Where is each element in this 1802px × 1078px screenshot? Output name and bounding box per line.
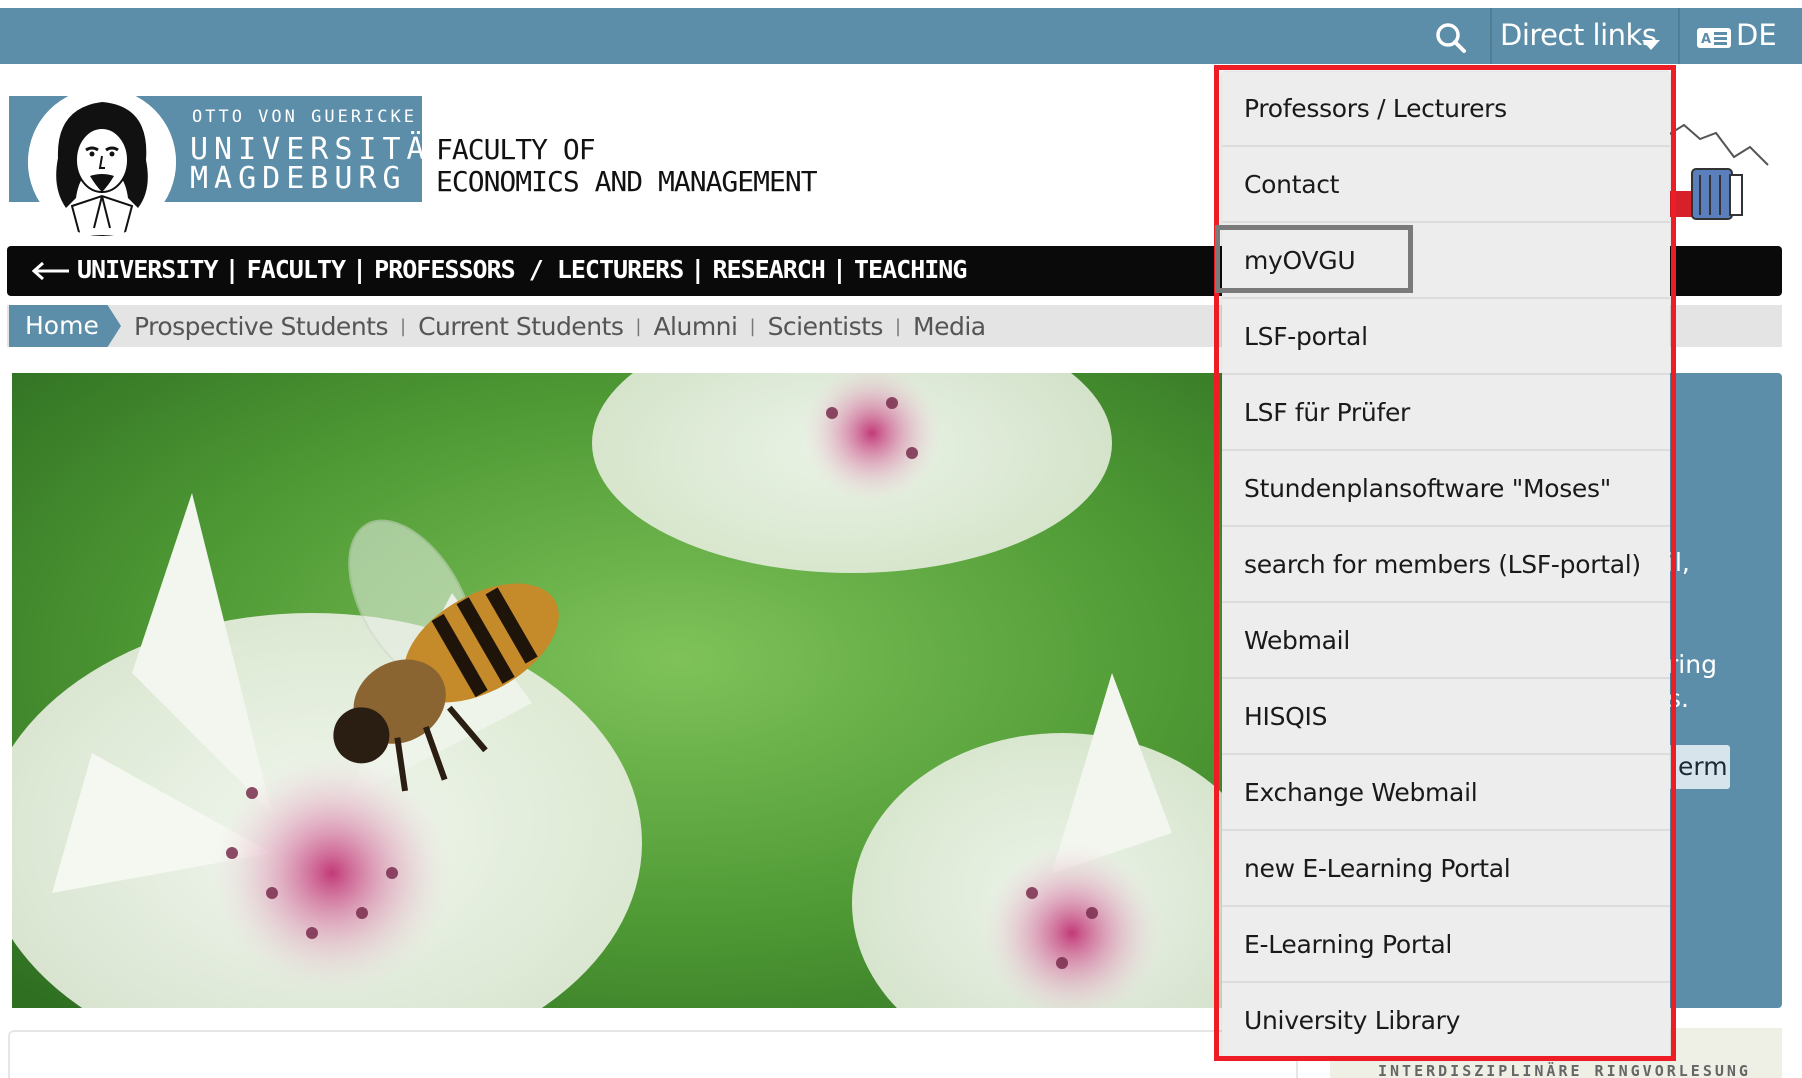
top-utility-bar: Direct links A DE [0,8,1802,64]
nav-separator: | [227,255,237,284]
faculty-title-line-1[interactable]: FACULTY OF [436,133,596,166]
main-nav-items: UNIVERSITY | FACULTY | PROFESSORS / LECT… [77,255,967,284]
logo-text-line-2: MAGDEBURG [190,161,407,196]
dropdown-item-contact[interactable]: Contact [1222,148,1670,223]
dropdown-item-webmail[interactable]: Webmail [1222,604,1670,679]
nav-separator: | [834,255,844,284]
dropdown-item-label: LSF für Prüfer [1244,398,1411,427]
audience-link-prospective-students[interactable]: Prospective Students [134,312,389,341]
side-panel-button[interactable]: erm [1668,745,1730,789]
nav-item-university[interactable]: UNIVERSITY [77,255,219,284]
dropdown-item-lsf-fuer-pruefer[interactable]: LSF für Prüfer [1222,376,1670,451]
page: Direct links A DE OTTO VON GUERICKE UNIV… [0,0,1802,1078]
audience-links: Prospective Students | Current Students … [134,305,986,347]
dropdown-item-label: Contact [1244,170,1340,199]
home-tab[interactable]: Home [9,305,121,347]
nav-item-research[interactable]: RESEARCH [712,255,825,284]
dropdown-item-professors-lecturers[interactable]: Professors / Lecturers [1222,72,1670,147]
side-panel-text: il, [1668,548,1690,577]
audience-link-current-students[interactable]: Current Students [418,312,624,341]
direct-links-dropdown: Professors / Lecturers Contact myOVGU LS… [1222,72,1670,1058]
audience-link-media[interactable]: Media [913,312,986,341]
dropdown-item-stundenplansoftware[interactable]: Stundenplansoftware "Moses" [1222,452,1670,527]
content-card [8,1030,1298,1078]
dropdown-item-label: Webmail [1244,626,1350,655]
arrow-left-icon[interactable] [31,260,71,282]
dropdown-item-lsf-portal[interactable]: LSF-portal [1222,300,1670,375]
dropdown-item-new-elearning-portal[interactable]: new E-Learning Portal [1222,832,1670,907]
dropdown-item-label: HISQIS [1244,702,1328,731]
crumb-separator: | [635,315,642,337]
dropdown-item-university-library[interactable]: University Library [1222,984,1670,1059]
language-switch[interactable]: DE [1736,18,1777,52]
dropdown-item-label: E-Learning Portal [1244,930,1453,959]
dropdown-item-label: new E-Learning Portal [1244,854,1511,883]
topbar-divider [1490,8,1492,64]
faculty-title-line-2[interactable]: ECONOMICS AND MANAGEMENT [436,165,818,198]
dropdown-item-label: myOVGU [1244,246,1356,275]
topbar-divider [1678,8,1680,64]
crumb-separator: | [400,315,407,337]
nav-item-teaching[interactable]: TEACHING [854,255,967,284]
logo-text-small: OTTO VON GUERICKE [192,107,417,127]
side-panel-text: ring [1668,650,1717,679]
direct-links-button[interactable]: Direct links [1500,18,1657,52]
keyboard-flag-icon[interactable]: A [1696,26,1732,50]
hero-bee-flower-image [12,373,1222,1008]
nav-separator: | [355,255,365,284]
crumb-separator: | [894,315,902,337]
audience-link-scientists[interactable]: Scientists [768,312,884,341]
dropdown-item-elearning-portal[interactable]: E-Learning Portal [1222,908,1670,983]
search-icon[interactable] [1432,20,1472,54]
dropdown-item-label: Professors / Lecturers [1244,94,1507,123]
dropdown-item-myovgu[interactable]: myOVGU [1222,224,1670,299]
crumb-separator: | [749,315,756,337]
dropdown-item-exchange-webmail[interactable]: Exchange Webmail [1222,756,1670,831]
dropdown-item-label: Stundenplansoftware "Moses" [1244,474,1611,503]
nav-item-professors-lecturers[interactable]: PROFESSORS / LECTURERS [374,255,684,284]
dropdown-item-label: Exchange Webmail [1244,778,1478,807]
guericke-portrait-icon [28,88,176,236]
dropdown-item-hisqis[interactable]: HISQIS [1222,680,1670,755]
chevron-down-icon[interactable] [1642,40,1660,50]
castle-illustration-icon [1667,123,1769,220]
nav-separator: | [693,255,703,284]
dropdown-item-search-members[interactable]: search for members (LSF-portal) [1222,528,1670,603]
thumbnail-text: INTERDISZIPLINÄRE RINGVORLESUNG [1378,1062,1751,1078]
svg-text:A: A [1701,32,1711,47]
dropdown-item-label: University Library [1244,1006,1461,1035]
side-panel-text: s. [1668,684,1689,713]
nav-item-faculty[interactable]: FACULTY [247,255,346,284]
audience-link-alumni[interactable]: Alumni [653,312,738,341]
dropdown-item-label: search for members (LSF-portal) [1244,550,1641,579]
dropdown-item-label: LSF-portal [1244,322,1368,351]
